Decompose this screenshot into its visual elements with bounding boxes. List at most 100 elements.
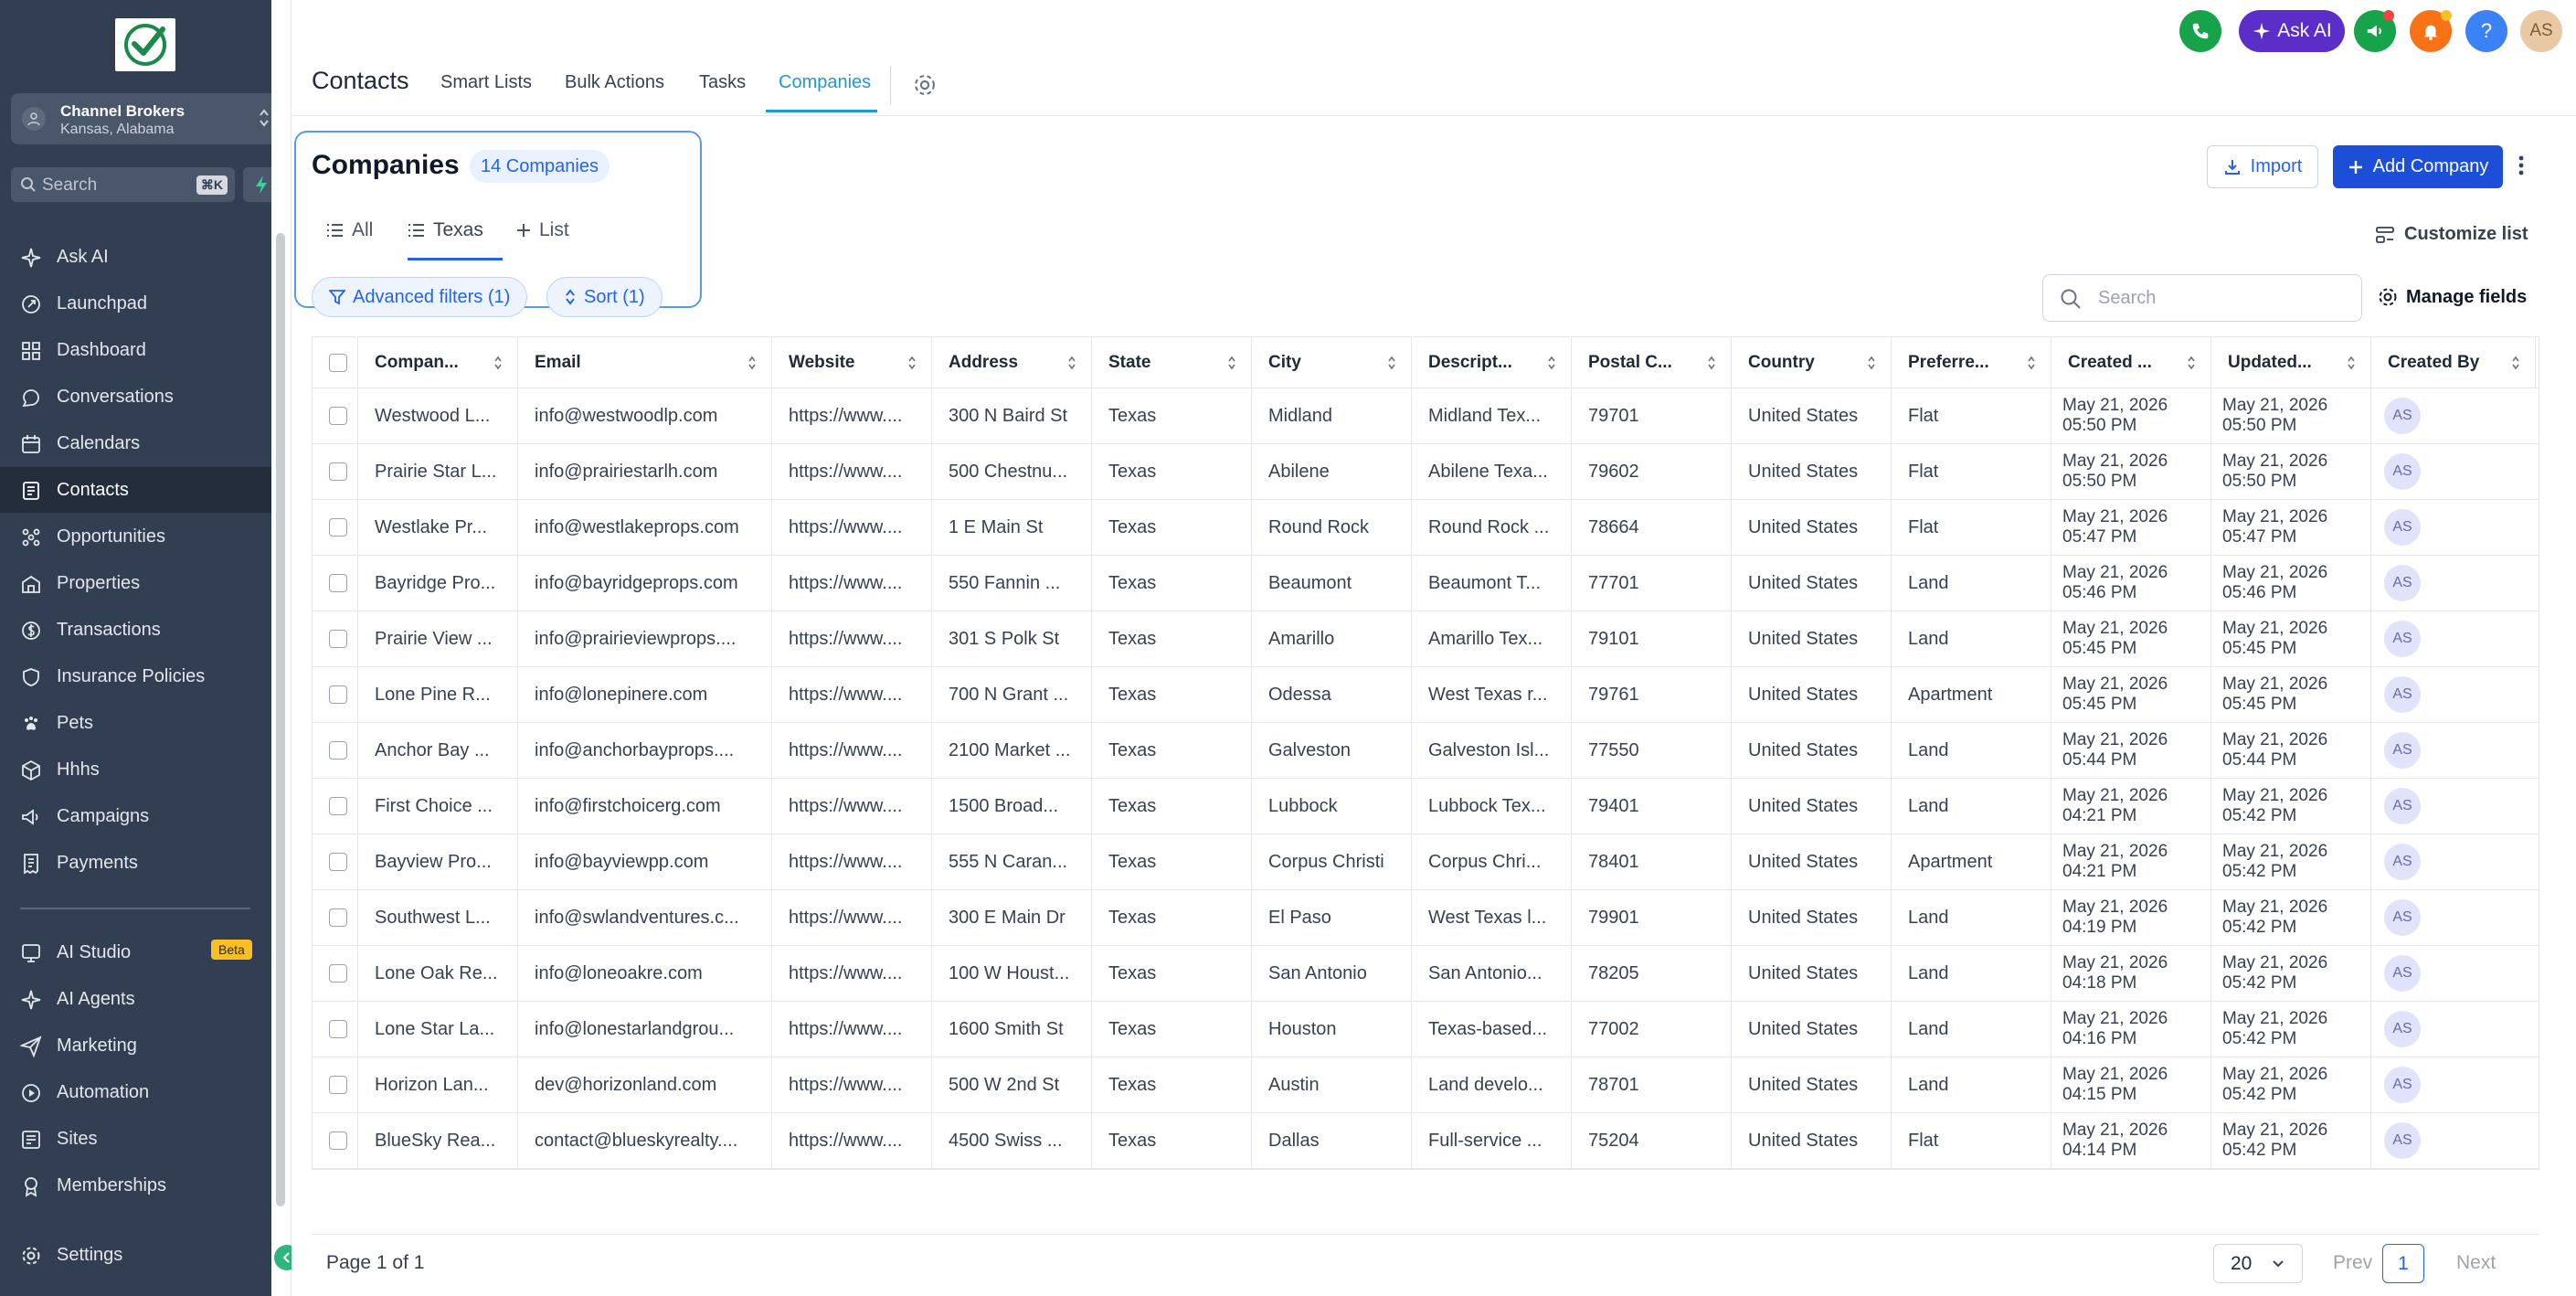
current-page-button[interactable]: 1 bbox=[2382, 1244, 2424, 1283]
cell-website[interactable]: https://www.... bbox=[772, 500, 932, 555]
column-header-preferred[interactable]: Preferre... bbox=[1892, 337, 2051, 388]
sidebar-item-calendars[interactable]: Calendars bbox=[0, 420, 271, 466]
row-checkbox[interactable] bbox=[329, 462, 347, 481]
cell-email[interactable]: info@lonepinere.com bbox=[518, 667, 772, 722]
creator-avatar[interactable]: AS bbox=[2384, 732, 2421, 769]
row-checkbox[interactable] bbox=[329, 1131, 347, 1150]
cell-email[interactable]: info@loneoakre.com bbox=[518, 946, 772, 1001]
creator-avatar[interactable]: AS bbox=[2384, 621, 2421, 657]
cell-website[interactable]: https://www.... bbox=[772, 890, 932, 945]
table-search-input[interactable]: Search bbox=[2042, 274, 2362, 322]
table-row[interactable]: Lone Pine R... info@lonepinere.com https:/… bbox=[313, 667, 2539, 723]
cell-website[interactable]: https://www.... bbox=[772, 779, 932, 834]
more-options-icon[interactable] bbox=[2518, 154, 2525, 182]
sort-icon[interactable] bbox=[1387, 356, 1396, 370]
cell-website[interactable]: https://www.... bbox=[772, 946, 932, 1001]
column-header-country[interactable]: Country bbox=[1732, 337, 1892, 388]
manage-fields-button[interactable]: Manage fields bbox=[2377, 286, 2527, 308]
import-button[interactable]: Import bbox=[2207, 145, 2318, 188]
column-header-created-by[interactable]: Created By bbox=[2371, 337, 2536, 388]
app-logo[interactable] bbox=[115, 18, 175, 71]
cell-email[interactable]: info@westlakeprops.com bbox=[518, 500, 772, 555]
sidebar-item-opportunities[interactable]: Opportunities bbox=[0, 514, 271, 559]
cell-email[interactable]: info@firstchoicerg.com bbox=[518, 779, 772, 834]
sort-icon[interactable] bbox=[2347, 356, 2356, 370]
row-checkbox[interactable] bbox=[329, 685, 347, 704]
row-checkbox[interactable] bbox=[329, 407, 347, 425]
cell-company[interactable]: Lone Oak Re... bbox=[358, 946, 518, 1001]
sidebar-item-ai-agents[interactable]: AI Agents bbox=[0, 976, 271, 1022]
cell-website[interactable]: https://www.... bbox=[772, 1057, 932, 1112]
cell-website[interactable]: https://www.... bbox=[772, 444, 932, 499]
column-header-updated[interactable]: Updated... bbox=[2211, 337, 2371, 388]
sidebar-scrollbar[interactable] bbox=[271, 0, 292, 1296]
sort-icon[interactable] bbox=[1547, 356, 1556, 370]
cell-website[interactable]: https://www.... bbox=[772, 1113, 932, 1168]
row-checkbox[interactable] bbox=[329, 741, 347, 760]
account-switcher[interactable]: Channel Brokers Kansas, Alabama bbox=[11, 93, 280, 144]
sort-icon[interactable] bbox=[1867, 356, 1876, 370]
column-header-email[interactable]: Email bbox=[518, 337, 772, 388]
creator-avatar[interactable]: AS bbox=[2384, 1122, 2421, 1159]
cell-company[interactable]: BlueSky Rea... bbox=[358, 1113, 518, 1168]
sidebar-item-hhhs[interactable]: Hhhs bbox=[0, 747, 271, 792]
table-row[interactable]: Anchor Bay ... info@anchorbayprops.... htt… bbox=[313, 723, 2539, 779]
cell-website[interactable]: https://www.... bbox=[772, 834, 932, 889]
sidebar-item-campaigns[interactable]: Campaigns bbox=[0, 793, 271, 839]
creator-avatar[interactable]: AS bbox=[2384, 788, 2421, 824]
table-row[interactable]: Bayridge Pro... info@bayridgeprops.com htt… bbox=[313, 556, 2539, 611]
row-checkbox[interactable] bbox=[329, 797, 347, 815]
row-checkbox[interactable] bbox=[329, 574, 347, 592]
cell-email[interactable]: info@prairiestarlh.com bbox=[518, 444, 772, 499]
cell-email[interactable]: info@bayridgeprops.com bbox=[518, 556, 772, 611]
ask-ai-button[interactable]: Ask AI bbox=[2239, 10, 2345, 52]
sort-button[interactable]: Sort (1) bbox=[546, 277, 663, 317]
phone-button[interactable] bbox=[2179, 10, 2221, 52]
creator-avatar[interactable]: AS bbox=[2384, 509, 2421, 546]
next-page-button[interactable]: Next bbox=[2456, 1252, 2496, 1274]
cell-email[interactable]: contact@blueskyrealty.... bbox=[518, 1113, 772, 1168]
sidebar-item-payments[interactable]: Payments bbox=[0, 840, 271, 886]
sidebar-item-settings[interactable]: Settings bbox=[0, 1232, 271, 1278]
sort-icon[interactable] bbox=[2027, 356, 2036, 370]
column-header-state[interactable]: State bbox=[1092, 337, 1252, 388]
cell-website[interactable]: https://www.... bbox=[772, 667, 932, 722]
row-checkbox[interactable] bbox=[329, 518, 347, 536]
sidebar-search[interactable]: Search ⌘K bbox=[11, 167, 235, 202]
creator-avatar[interactable]: AS bbox=[2384, 1067, 2421, 1103]
sidebar-item-pets[interactable]: Pets bbox=[0, 700, 271, 746]
table-row[interactable]: Prairie Star L... info@prairiestarlh.com h… bbox=[313, 444, 2539, 500]
tab-smart-lists[interactable]: Smart Lists bbox=[440, 72, 532, 93]
cell-website[interactable]: https://www.... bbox=[772, 388, 932, 443]
cell-email[interactable]: info@anchorbayprops.... bbox=[518, 723, 772, 778]
table-row[interactable]: First Choice ... info@firstchoicerg.com ht… bbox=[313, 779, 2539, 834]
cell-company[interactable]: Anchor Bay ... bbox=[358, 723, 518, 778]
creator-avatar[interactable]: AS bbox=[2384, 899, 2421, 936]
creator-avatar[interactable]: AS bbox=[2384, 676, 2421, 713]
table-row[interactable]: Southwest L... info@swlandventures.c... ht… bbox=[313, 890, 2539, 946]
cell-company[interactable]: Southwest L... bbox=[358, 890, 518, 945]
row-checkbox[interactable] bbox=[329, 964, 347, 983]
add-company-button[interactable]: Add Company bbox=[2333, 145, 2503, 188]
column-header-city[interactable]: City bbox=[1252, 337, 1412, 388]
row-checkbox[interactable] bbox=[329, 853, 347, 871]
cell-website[interactable]: https://www.... bbox=[772, 1002, 932, 1057]
column-header-address[interactable]: Address bbox=[932, 337, 1092, 388]
prev-page-button[interactable]: Prev bbox=[2333, 1252, 2372, 1274]
row-checkbox[interactable] bbox=[329, 1020, 347, 1038]
sidebar-item-conversations[interactable]: Conversations bbox=[0, 374, 271, 420]
sort-icon[interactable] bbox=[1227, 356, 1236, 370]
column-header-postal-code[interactable]: Postal C... bbox=[1572, 337, 1732, 388]
cell-company[interactable]: Lone Pine R... bbox=[358, 667, 518, 722]
cell-company[interactable]: Bayridge Pro... bbox=[358, 556, 518, 611]
cell-email[interactable]: info@swlandventures.c... bbox=[518, 890, 772, 945]
select-all-checkbox[interactable] bbox=[329, 353, 347, 372]
gear-icon[interactable] bbox=[912, 72, 938, 102]
creator-avatar[interactable]: AS bbox=[2384, 398, 2421, 434]
sort-icon[interactable] bbox=[2187, 356, 2196, 370]
creator-avatar[interactable]: AS bbox=[2384, 1011, 2421, 1047]
table-row[interactable]: Prairie View ... info@prairieviewprops...… bbox=[313, 611, 2539, 667]
tab-companies[interactable]: Companies bbox=[779, 72, 871, 93]
sort-icon[interactable] bbox=[747, 356, 757, 370]
sort-icon[interactable] bbox=[907, 356, 917, 370]
